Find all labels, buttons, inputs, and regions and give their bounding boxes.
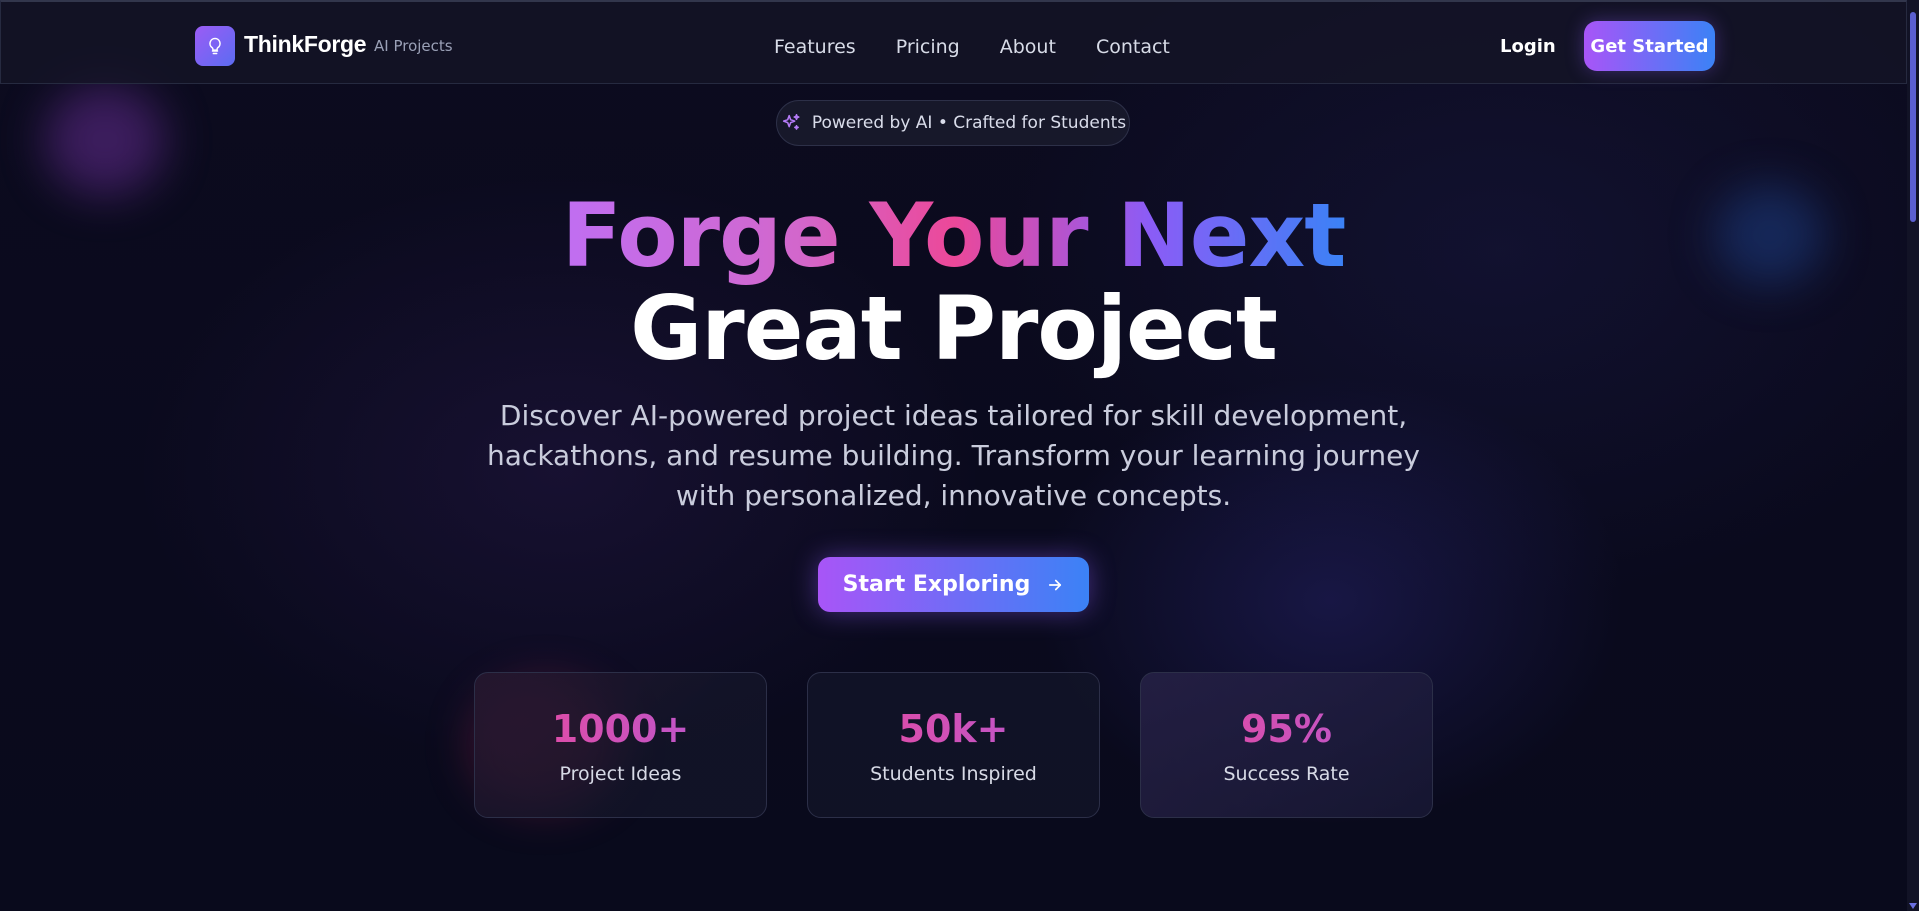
stat-label: Project Ideas bbox=[559, 763, 682, 785]
landing-page: ThinkForge AI Projects Features Pricing … bbox=[0, 0, 1919, 911]
stat-label: Students Inspired bbox=[870, 763, 1037, 785]
nav-link-contact[interactable]: Contact bbox=[1096, 36, 1170, 58]
stat-value: 95% bbox=[1141, 707, 1432, 751]
stat-value: 1000+ bbox=[475, 707, 766, 751]
nav-link-pricing[interactable]: Pricing bbox=[896, 36, 960, 58]
login-button[interactable]: Login bbox=[1500, 36, 1556, 57]
hero-title-line2: Great Project bbox=[630, 277, 1278, 380]
scrollbar-thumb[interactable] bbox=[1910, 12, 1916, 222]
stat-card-students-inspired: 50k+ Students Inspired bbox=[807, 672, 1100, 818]
powered-by-badge: Powered by AI • Crafted for Students bbox=[776, 100, 1130, 146]
stat-value: 50k+ bbox=[808, 707, 1099, 751]
hero-subtitle: Discover AI-powered project ideas tailor… bbox=[487, 399, 1420, 512]
badge-text: Powered by AI • Crafted for Students bbox=[811, 113, 1127, 133]
lightbulb-icon bbox=[209, 37, 221, 55]
nav-links: Features Pricing About Contact bbox=[774, 34, 1170, 60]
get-started-button[interactable]: Get Started bbox=[1584, 21, 1715, 71]
nav-link-features[interactable]: Features bbox=[774, 36, 856, 58]
stat-card-project-ideas: 1000+ Project Ideas bbox=[474, 672, 767, 818]
sparkles-icon bbox=[782, 113, 800, 130]
scrollbar[interactable] bbox=[1907, 0, 1919, 911]
navbar: ThinkForge AI Projects Features Pricing … bbox=[0, 0, 1907, 84]
brand-subtitle: AI Projects bbox=[374, 37, 453, 55]
arrow-right-icon bbox=[1049, 579, 1062, 590]
brand-name[interactable]: ThinkForge bbox=[244, 31, 367, 58]
stat-card-success-rate: 95% Success Rate bbox=[1140, 672, 1433, 818]
stat-label: Success Rate bbox=[1223, 763, 1350, 785]
scroll-down-arrow-icon[interactable] bbox=[1909, 903, 1917, 909]
logo[interactable] bbox=[195, 26, 235, 66]
hero-title-gradient-text: Forge Your Next bbox=[561, 184, 1347, 287]
cta-label: Start Exploring bbox=[842, 572, 1031, 597]
hero-title-line1: Forge Your Next bbox=[0, 190, 1907, 282]
start-exploring-button[interactable]: Start Exploring bbox=[818, 557, 1089, 612]
nav-link-about[interactable]: About bbox=[1000, 36, 1056, 58]
